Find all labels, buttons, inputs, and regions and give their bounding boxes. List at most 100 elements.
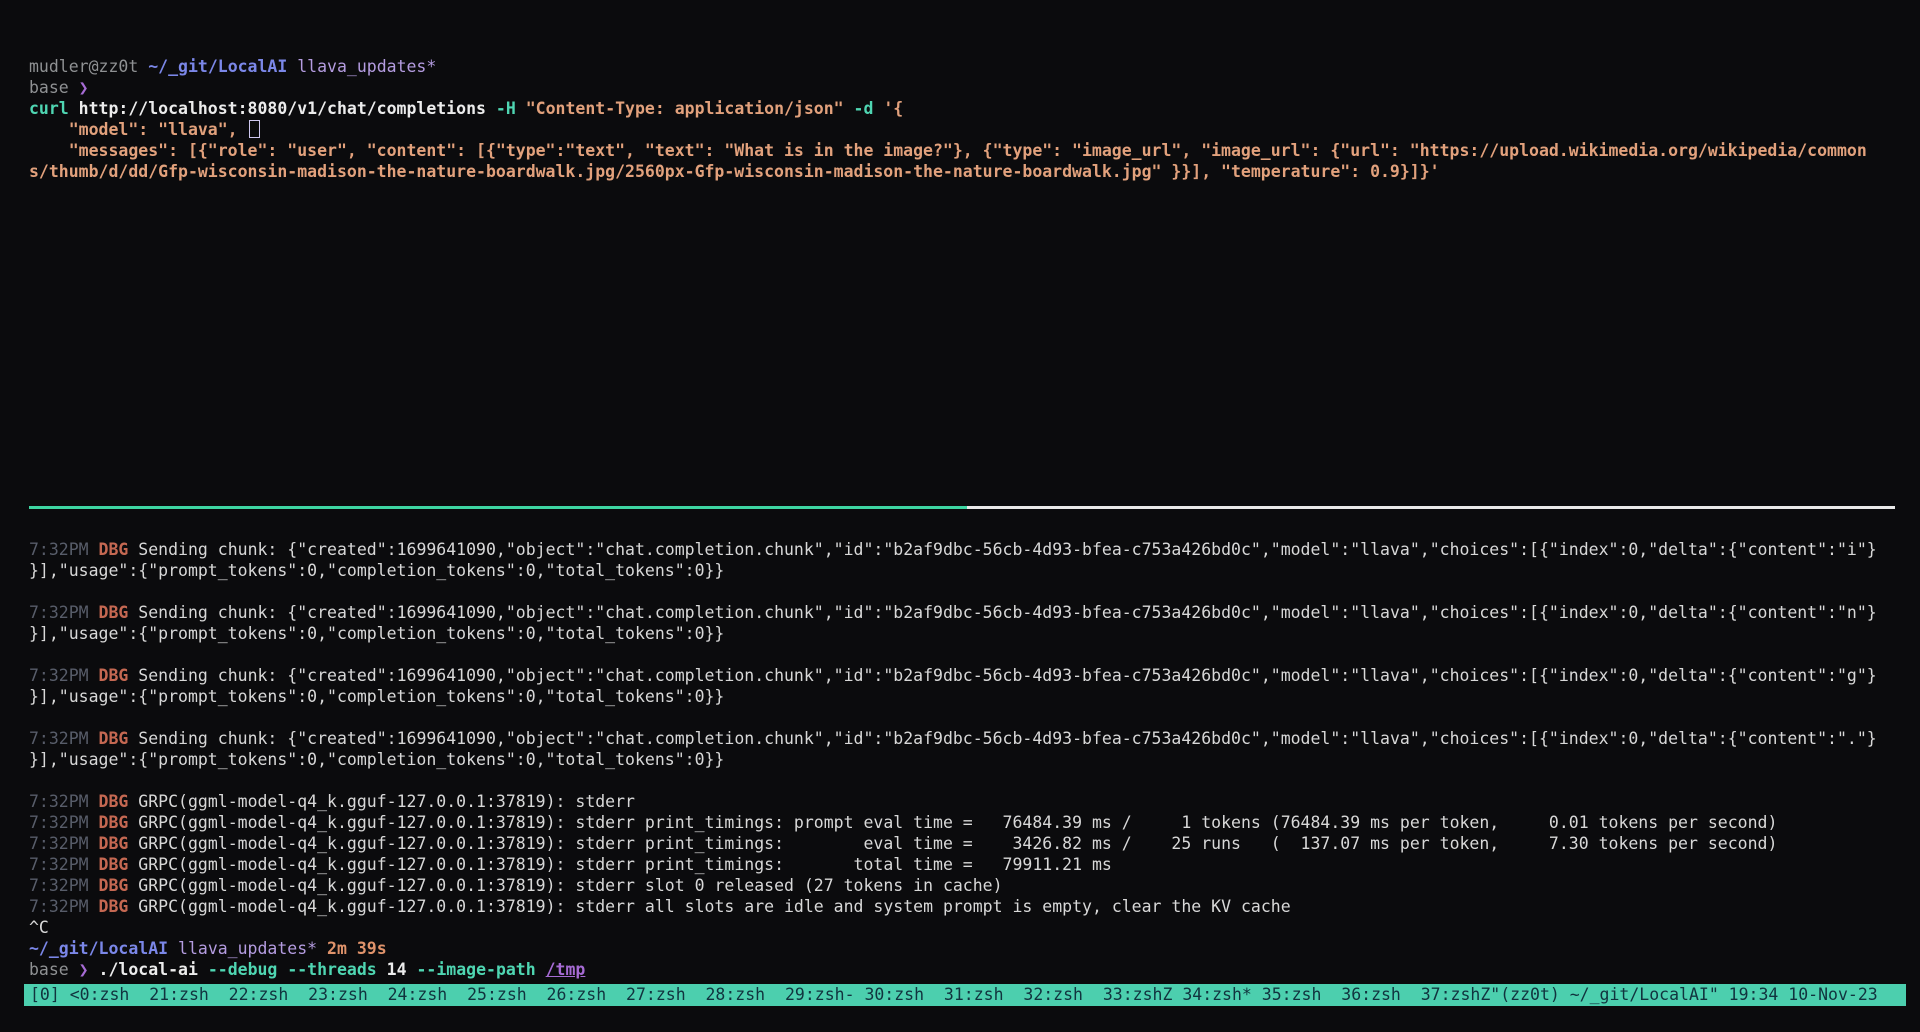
tmp-path-link[interactable]: /tmp: [546, 960, 586, 979]
blank-line: [29, 770, 1920, 791]
timestamp: 7:32PM: [29, 666, 99, 685]
text-segment: [407, 960, 417, 979]
pane-divider-inactive: [967, 506, 1895, 509]
log-level: DBG: [99, 540, 139, 559]
interrupt-line: ^C: [29, 917, 1920, 938]
timestamp: 7:32PM: [29, 897, 99, 916]
shell-prompt-context: ~/_git/LocalAI llava_updates* 2m 39s: [29, 938, 1920, 959]
blank-line: [29, 329, 1920, 350]
blank-line: [29, 287, 1920, 308]
text-segment: llava_updates*: [287, 57, 436, 76]
chunk-log-wrap-line: }],"usage":{"prompt_tokens":0,"completio…: [29, 749, 1920, 770]
terminal-output: mudler@zz0t ~/_git/LocalAI llava_updates…: [0, 56, 1920, 980]
text-segment: GRPC(ggml-model-q4_k.gguf-127.0.0.1:3781…: [138, 834, 1777, 853]
text-segment: -H: [496, 99, 526, 118]
blank-line: [29, 455, 1920, 476]
text-segment: [198, 960, 208, 979]
chunk-log-line: 7:32PM DBG Sending chunk: {"created":169…: [29, 602, 1920, 623]
timestamp: 7:32PM: [29, 876, 99, 895]
blank-line: [29, 392, 1920, 413]
grpc-log-line: 7:32PM DBG GRPC(ggml-model-q4_k.gguf-127…: [29, 833, 1920, 854]
text-segment: 14: [387, 960, 407, 979]
pane-divider-active: [29, 506, 967, 509]
chunk-log-line: 7:32PM DBG Sending chunk: {"created":169…: [29, 728, 1920, 749]
text-segment: [377, 960, 387, 979]
text-segment: '{: [883, 99, 903, 118]
text-segment: ~/_git/LocalAI: [148, 57, 287, 76]
chunk-log-line: 7:32PM DBG Sending chunk: {"created":169…: [29, 539, 1920, 560]
text-segment: Sending chunk: {"created":1699641090,"ob…: [138, 540, 1876, 559]
log-level: DBG: [99, 855, 139, 874]
blank-line: [29, 308, 1920, 329]
chunk-log-wrap-line: }],"usage":{"prompt_tokens":0,"completio…: [29, 560, 1920, 581]
command-duration: 2m 39s: [317, 939, 387, 958]
text-segment: Sending chunk: {"created":1699641090,"ob…: [138, 666, 1876, 685]
blank-line: [29, 224, 1920, 245]
text-segment: llava_updates*: [168, 939, 317, 958]
timestamp: 7:32PM: [29, 813, 99, 832]
log-level: DBG: [99, 603, 139, 622]
text-segment: GRPC(ggml-model-q4_k.gguf-127.0.0.1:3781…: [138, 792, 635, 811]
text-segment: base: [29, 960, 79, 979]
grpc-log-line: 7:32PM DBG GRPC(ggml-model-q4_k.gguf-127…: [29, 875, 1920, 896]
timestamp: 7:32PM: [29, 834, 99, 853]
local-ai-command-line: base ❯ ./local-ai --debug --threads 14 -…: [29, 959, 1920, 980]
chunk-log-wrap-line: }],"usage":{"prompt_tokens":0,"completio…: [29, 686, 1920, 707]
log-level: DBG: [99, 813, 139, 832]
grpc-log-line: 7:32PM DBG GRPC(ggml-model-q4_k.gguf-127…: [29, 896, 1920, 917]
text-segment: }],"usage":{"prompt_tokens":0,"completio…: [29, 750, 724, 769]
timestamp: 7:32PM: [29, 540, 99, 559]
blank-line: [29, 518, 1920, 539]
blank-line: [29, 413, 1920, 434]
text-segment: base: [29, 78, 79, 97]
shell-prompt-context: mudler@zz0t ~/_git/LocalAI llava_updates…: [29, 56, 1920, 77]
text-segment: --threads: [287, 960, 376, 979]
blank-line: [29, 476, 1920, 497]
log-level: DBG: [99, 792, 139, 811]
tmux-status-bar: [0] <0:zsh 21:zsh 22:zsh 23:zsh 24:zsh 2…: [24, 984, 1906, 1006]
text-segment: --image-path: [416, 960, 535, 979]
blank-line: [29, 182, 1920, 203]
curl-body-url-wrap-line: s/thumb/d/dd/Gfp-wisconsin-madison-the-n…: [29, 161, 1920, 182]
text-segment: GRPC(ggml-model-q4_k.gguf-127.0.0.1:3781…: [138, 855, 1112, 874]
curl-body-messages-line: "messages": [{"role": "user", "content":…: [29, 140, 1920, 161]
text-segment: s/thumb/d/dd/Gfp-wisconsin-madison-the-n…: [29, 162, 1440, 181]
blank-line: [29, 434, 1920, 455]
text-segment: }],"usage":{"prompt_tokens":0,"completio…: [29, 561, 724, 580]
shell-prompt-line: base ❯: [29, 77, 1920, 98]
text-segment: Sending chunk: {"created":1699641090,"ob…: [138, 729, 1876, 748]
text-segment: [277, 960, 287, 979]
log-level: DBG: [99, 897, 139, 916]
text-segment: GRPC(ggml-model-q4_k.gguf-127.0.0.1:3781…: [138, 876, 1002, 895]
grpc-log-line: 7:32PM DBG GRPC(ggml-model-q4_k.gguf-127…: [29, 812, 1920, 833]
log-level: DBG: [99, 666, 139, 685]
terminal-cursor: [249, 120, 260, 138]
terminal-window[interactable]: mudler@zz0t ~/_git/LocalAI llava_updates…: [0, 0, 1920, 1032]
blank-line: [29, 245, 1920, 266]
text-segment: [536, 960, 546, 979]
timestamp: 7:32PM: [29, 792, 99, 811]
curl-body-model-line: "model": "llava",: [29, 119, 1920, 140]
text-segment: Sending chunk: {"created":1699641090,"ob…: [138, 603, 1876, 622]
timestamp: 7:32PM: [29, 855, 99, 874]
prompt-chevron: ❯: [79, 960, 99, 979]
text-segment: }],"usage":{"prompt_tokens":0,"completio…: [29, 687, 724, 706]
curl-command: curl: [29, 99, 79, 118]
blank-line: [29, 581, 1920, 602]
blank-line: [29, 350, 1920, 371]
blank-line: [29, 371, 1920, 392]
text-segment: -d: [854, 99, 884, 118]
text-segment: }],"usage":{"prompt_tokens":0,"completio…: [29, 624, 724, 643]
text-segment: ~/_git/LocalAI: [29, 939, 168, 958]
timestamp: 7:32PM: [29, 603, 99, 622]
grpc-log-line: 7:32PM DBG GRPC(ggml-model-q4_k.gguf-127…: [29, 791, 1920, 812]
log-level: DBG: [99, 834, 139, 853]
blank-line: [29, 707, 1920, 728]
chunk-log-wrap-line: }],"usage":{"prompt_tokens":0,"completio…: [29, 623, 1920, 644]
text-segment: GRPC(ggml-model-q4_k.gguf-127.0.0.1:3781…: [138, 897, 1290, 916]
curl-command-line: curl http://localhost:8080/v1/chat/compl…: [29, 98, 1920, 119]
text-segment: GRPC(ggml-model-q4_k.gguf-127.0.0.1:3781…: [138, 813, 1777, 832]
text-segment: --debug: [208, 960, 278, 979]
chunk-log-line: 7:32PM DBG Sending chunk: {"created":169…: [29, 665, 1920, 686]
text-segment: mudler@zz0t: [29, 57, 148, 76]
